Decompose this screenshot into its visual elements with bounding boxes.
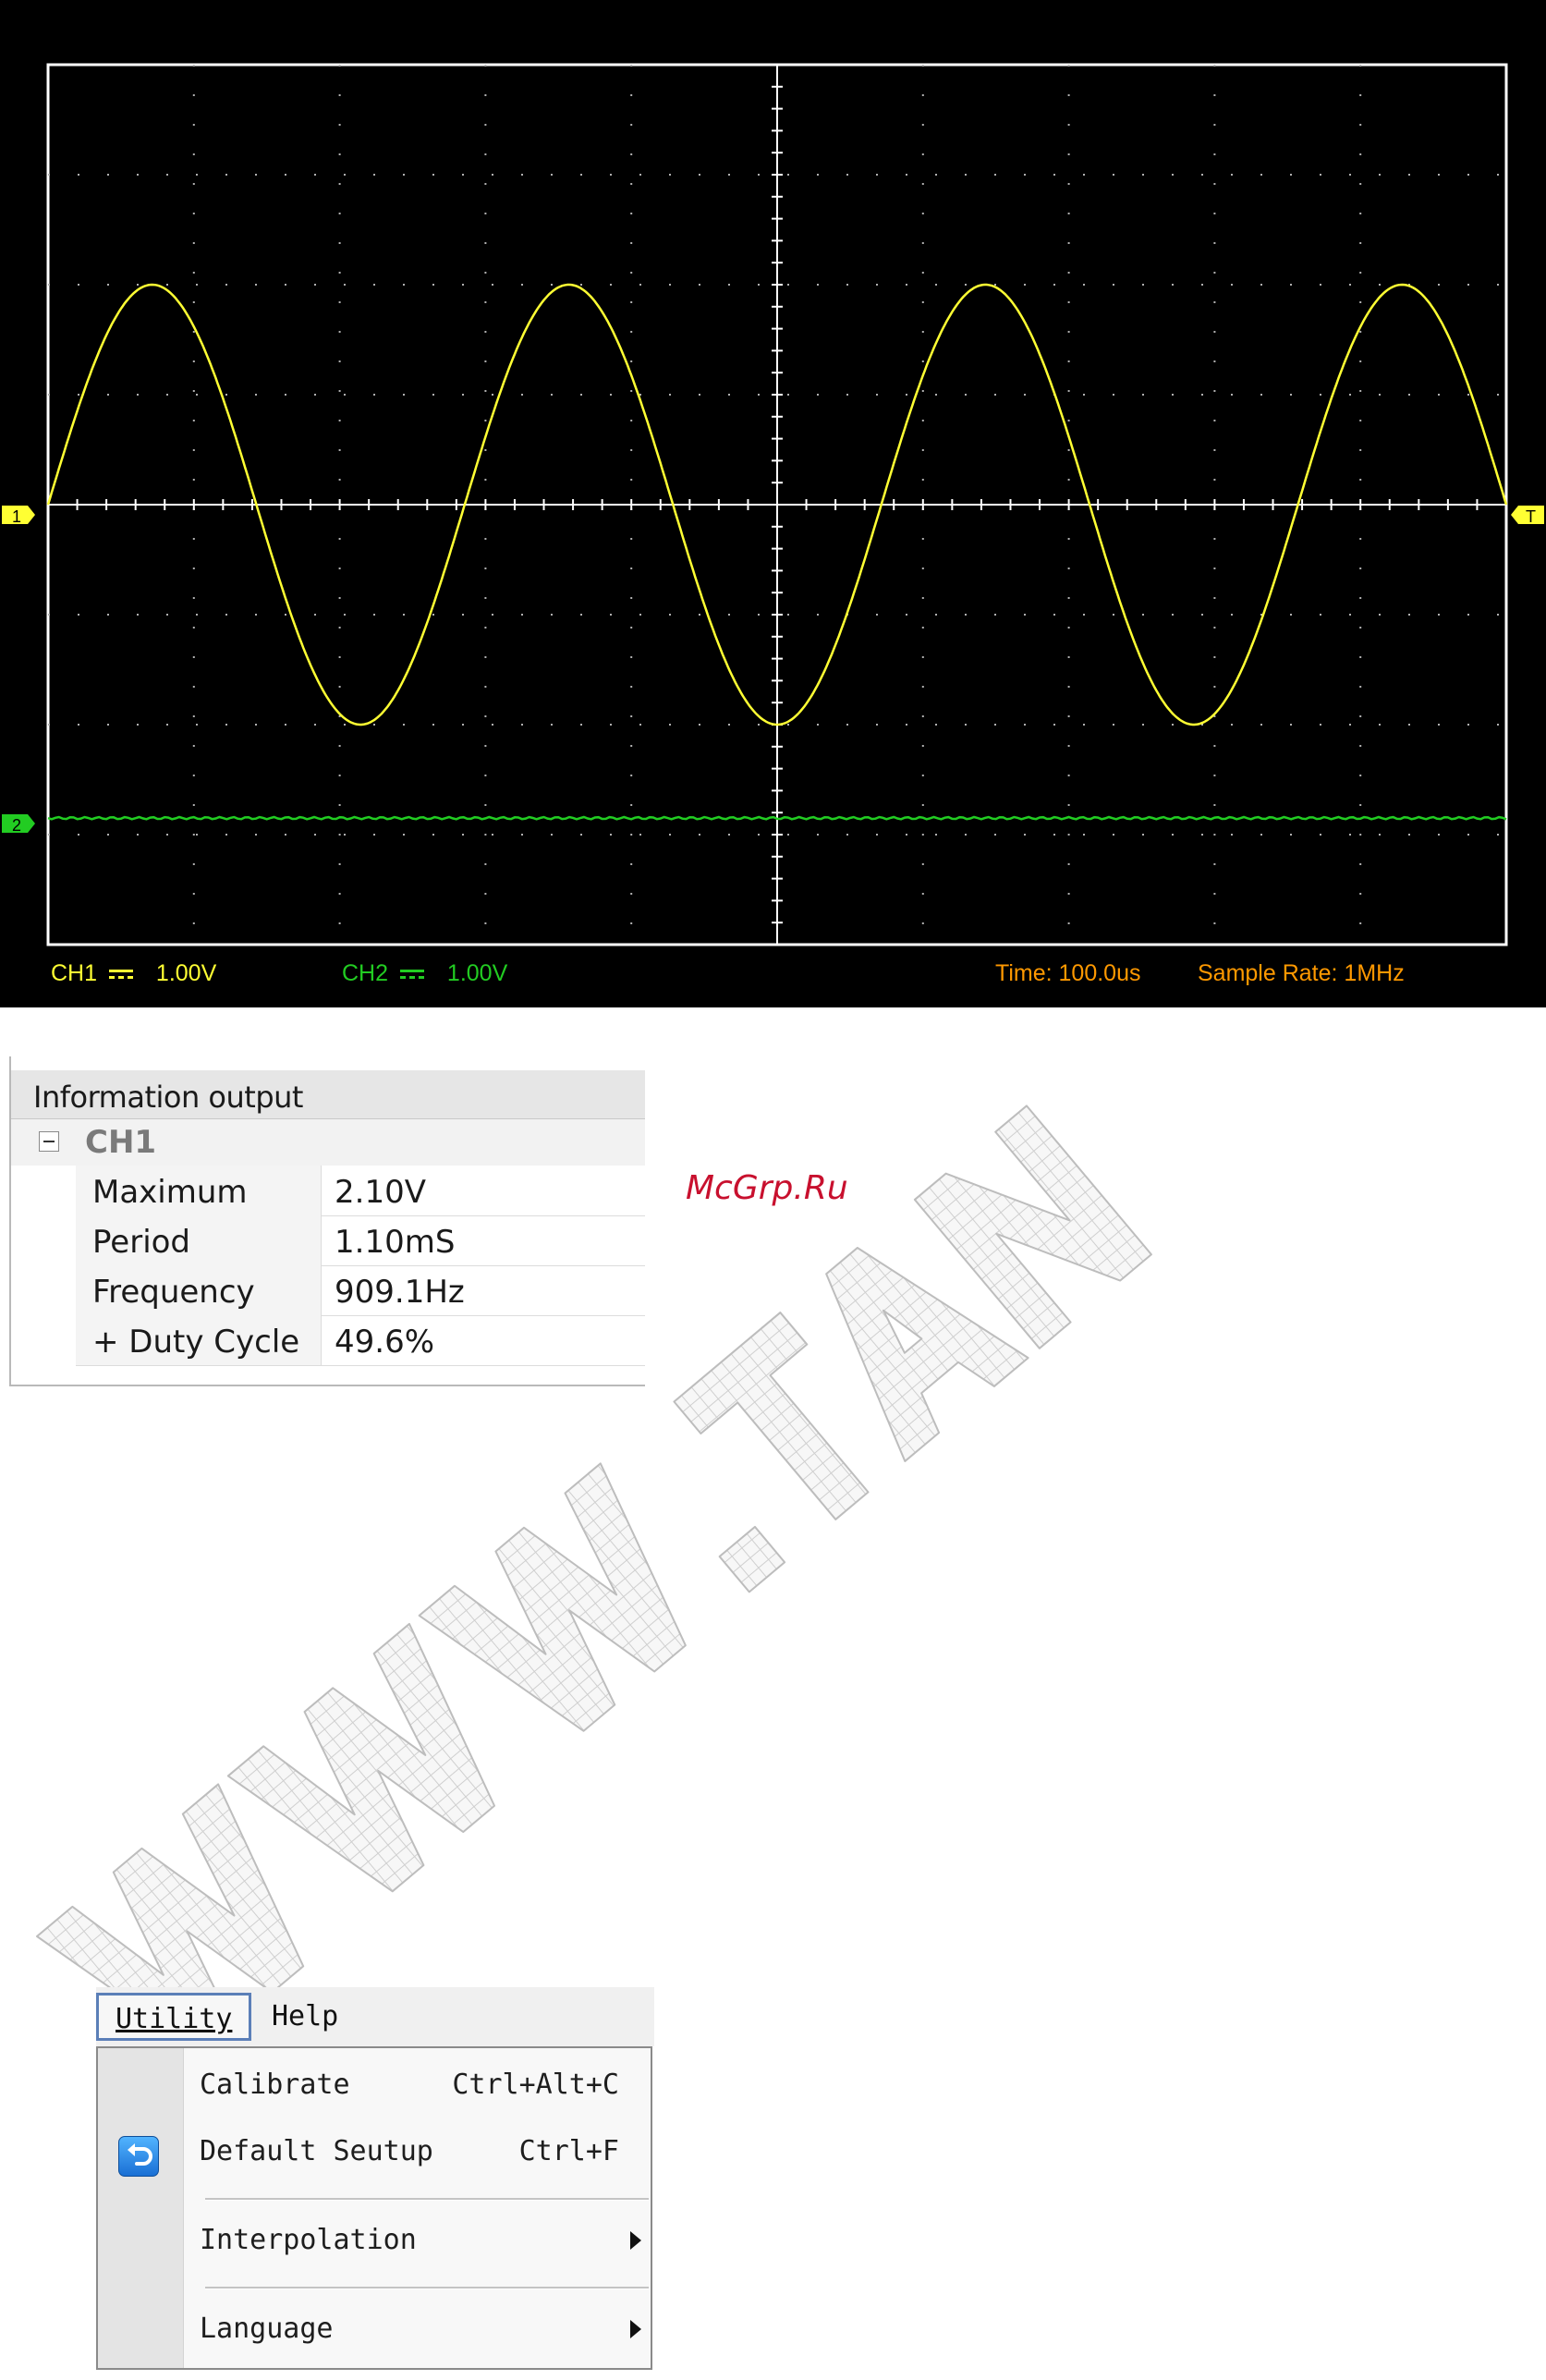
menu-item-shortcut: Ctrl+Alt+C [452,2069,619,2101]
ch2-status: CH2 1.00V [342,959,507,987]
graticule [46,63,1508,946]
menu-item-default-setup[interactable]: Default Seutup Ctrl+F [183,2122,652,2181]
channel-group-label: CH1 [85,1124,157,1161]
menu-item-shortcut: Ctrl+F [518,2135,619,2167]
ch2-marker[interactable]: 2 [2,814,35,835]
property-name: Maximum [92,1174,248,1211]
menu-help-label: Help [272,2000,339,2032]
sample-rate-status: Sample Rate: 1MHz [1198,960,1405,986]
menu-item-interpolation[interactable]: Interpolation [183,2211,652,2270]
dc-coupling-icon [108,968,133,981]
ch1-marker-label: 1 [12,507,21,526]
waveform-display[interactable]: 1 2 T [0,0,1546,1007]
panel-title: Information output [33,1080,303,1115]
property-name: + Duty Cycle [92,1324,300,1361]
channel-group-row[interactable]: CH1 [11,1119,645,1166]
menu-item-language[interactable]: Language [183,2300,652,2359]
menu-separator [205,2287,649,2289]
ch1-status-label: CH1 [51,960,98,986]
menu-item-calibrate[interactable]: Calibrate Ctrl+Alt+C [183,2056,652,2115]
property-row[interactable]: + Duty Cycle 49.6% [76,1315,645,1366]
submenu-arrow-icon [630,2320,641,2338]
ch2-scale: 1.00V [446,960,508,986]
menu-item-label: Default Seutup [200,2135,433,2167]
utility-dropdown: Calibrate Ctrl+Alt+C Default Seutup Ctrl… [96,2046,652,2370]
oscilloscope-screen: 1 2 T CH1 1.00V CH2 1.00V Time: 100.0us … [0,0,1546,1007]
ch1-marker[interactable]: 1 [2,506,35,526]
submenu-arrow-icon [630,2231,641,2250]
property-value: 909.1Hz [335,1274,465,1311]
property-row[interactable]: Period 1.10mS [76,1215,645,1266]
information-output-panel: Information output CH1 Maximum 2.10V Per… [9,1056,645,1386]
property-row[interactable]: Frequency 909.1Hz [76,1265,645,1316]
trigger-marker-label: T [1526,507,1536,526]
time-status: Time: 100.0us [995,960,1141,986]
trigger-marker[interactable]: T [1511,506,1544,526]
watermark-site-label: McGrp.Ru [686,1169,848,1207]
collapse-icon[interactable] [39,1131,59,1152]
ch1-status: CH1 1.00V [51,959,216,987]
property-value: 2.10V [335,1174,426,1211]
panel-header: Information output [11,1070,645,1119]
ch1-scale: 1.00V [155,960,217,986]
property-value: 1.10mS [335,1224,456,1261]
property-row[interactable]: Maximum 2.10V [76,1166,645,1216]
menu-help[interactable]: Help [255,1993,355,2041]
menu-utility-label: Utility [116,2003,233,2035]
menu-utility[interactable]: Utility [96,1993,252,2041]
property-name: Period [92,1224,191,1261]
ch2-marker-label: 2 [12,816,21,835]
menu-bar: Utility Help [96,1987,654,2046]
default-setup-icon [118,2136,159,2177]
menu-item-label: Calibrate [200,2069,350,2101]
menu-icon-strip [98,2048,184,2368]
menu-separator [205,2198,649,2201]
menu-item-label: Interpolation [200,2224,417,2256]
property-name: Frequency [92,1274,255,1311]
ch2-status-label: CH2 [342,960,389,986]
dc-coupling-icon [399,968,424,981]
menu-item-label: Language [200,2313,334,2345]
property-value: 49.6% [335,1324,435,1361]
